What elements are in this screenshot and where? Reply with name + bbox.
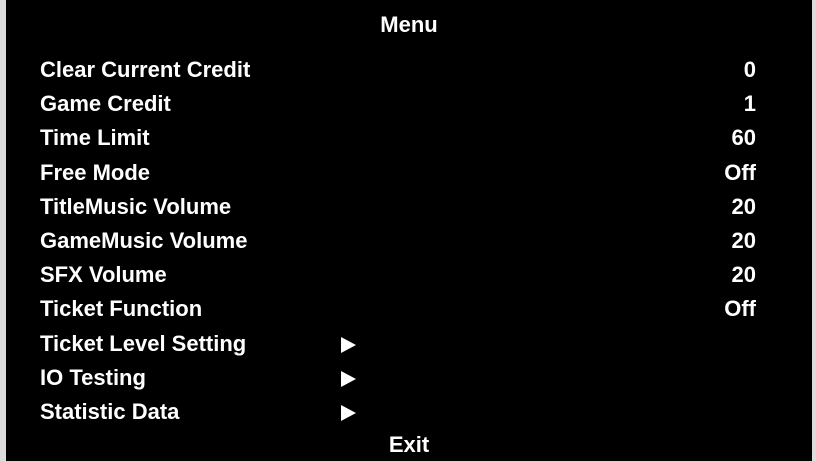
menu-item-value: 0	[743, 57, 756, 82]
right-triangle-arrow-icon	[341, 370, 356, 387]
menu-item-value: 60	[731, 125, 756, 151]
menu-item-label: Clear Current Credit	[40, 57, 251, 82]
menu-item-label: Game Credit	[40, 91, 171, 117]
menu-item-statistic-data[interactable]: Statistic Data	[6, 395, 812, 429]
menu-item-clear-current-credit[interactable]: Clear Current Credit 0	[6, 53, 812, 87]
menu-item-gamemusic-volume[interactable]: GameMusic Volume 20	[6, 224, 812, 258]
menu-item-value: Off	[724, 159, 756, 185]
exit-button[interactable]: Exit	[6, 430, 812, 460]
menu-item-value: 20	[731, 262, 756, 288]
menu-item-ticket-function[interactable]: Ticket Function Off	[6, 292, 812, 326]
menu-item-value: 20	[731, 193, 756, 219]
menu-item-io-testing[interactable]: IO Testing	[6, 361, 812, 395]
menu-item-value: 20	[731, 227, 756, 253]
menu-item-value: Off	[724, 296, 756, 322]
menu-item-game-credit[interactable]: Game Credit 1	[6, 87, 812, 121]
settings-menu-screen: Menu Clear Current Credit 0 Game Credit …	[6, 0, 812, 461]
menu-item-label: Free Mode	[40, 159, 151, 185]
right-triangle-arrow-icon	[341, 336, 356, 353]
menu-item-ticket-level-setting[interactable]: Ticket Level Setting	[6, 327, 812, 361]
menu-item-label: Statistic Data	[40, 398, 180, 424]
menu-item-time-limit[interactable]: Time Limit 60	[6, 121, 812, 155]
menu-item-label: SFX Volume	[40, 262, 167, 288]
menu-title: Menu	[380, 12, 438, 37]
menu-item-label: Time Limit	[40, 125, 150, 151]
menu-item-label: TitleMusic Volume	[40, 193, 232, 219]
menu-item-free-mode[interactable]: Free Mode Off	[6, 156, 812, 190]
menu-item-sfx-volume[interactable]: SFX Volume 20	[6, 258, 812, 292]
right-triangle-arrow-icon	[341, 404, 356, 421]
menu-item-label: IO Testing	[40, 364, 146, 390]
menu-item-titlemusic-volume[interactable]: TitleMusic Volume 20	[6, 190, 812, 224]
menu-item-label: GameMusic Volume	[40, 227, 248, 253]
menu-list: Clear Current Credit 0 Game Credit 1 Tim…	[6, 53, 812, 429]
menu-item-value: 1	[743, 91, 756, 117]
menu-item-label: Ticket Level Setting	[40, 330, 247, 356]
menu-item-label: Ticket Function	[40, 296, 203, 322]
